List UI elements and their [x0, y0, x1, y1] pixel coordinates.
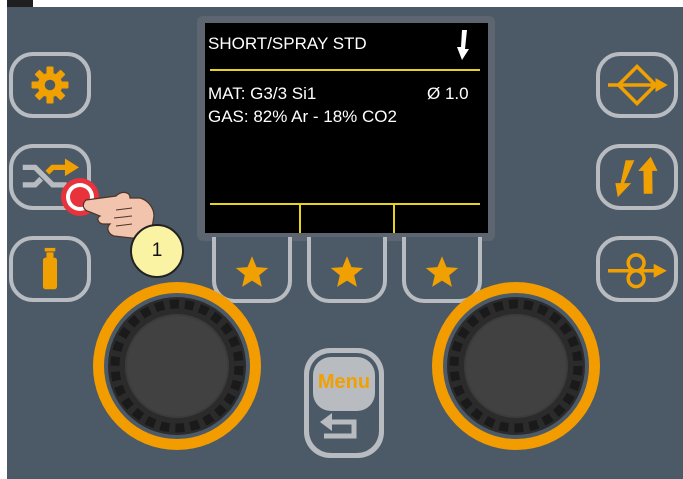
settings-button[interactable]	[9, 52, 91, 118]
menu-button[interactable]: Menu	[302, 346, 386, 460]
title-divider	[210, 69, 480, 71]
right-knob[interactable]	[430, 280, 602, 452]
softkey-separator-1	[299, 203, 301, 233]
gas-label: GAS: 82% Ar - 18% CO2	[208, 107, 397, 126]
gear-icon	[31, 66, 69, 104]
favourite-button-2[interactable]	[307, 237, 387, 303]
updown-button[interactable]	[596, 144, 678, 210]
wire-diameter: Ø 1.0	[427, 84, 469, 103]
down-arrow-icon	[457, 30, 469, 60]
display-title: SHORT/SPRAY STD	[208, 34, 367, 53]
softkey-separator-2	[393, 203, 395, 233]
back-arrow-icon	[320, 413, 357, 439]
callout-marker: 1	[130, 224, 184, 278]
wire-feed-icon	[608, 64, 668, 106]
material-label: MAT: G3/3 Si1	[208, 84, 317, 103]
star-icon	[330, 256, 364, 287]
wire-inch-button[interactable]	[596, 236, 678, 302]
arrows-updown-icon	[615, 156, 658, 198]
wire-feed-button[interactable]	[596, 52, 678, 118]
softkey-divider	[210, 203, 480, 205]
display-screen: SHORT/SPRAY STD MAT: G3/3 Si1 Ø 1.0 GAS:…	[205, 23, 488, 233]
wire-inch-icon	[608, 253, 667, 289]
left-knob[interactable]	[91, 280, 263, 452]
callout-number: 1	[151, 240, 163, 261]
